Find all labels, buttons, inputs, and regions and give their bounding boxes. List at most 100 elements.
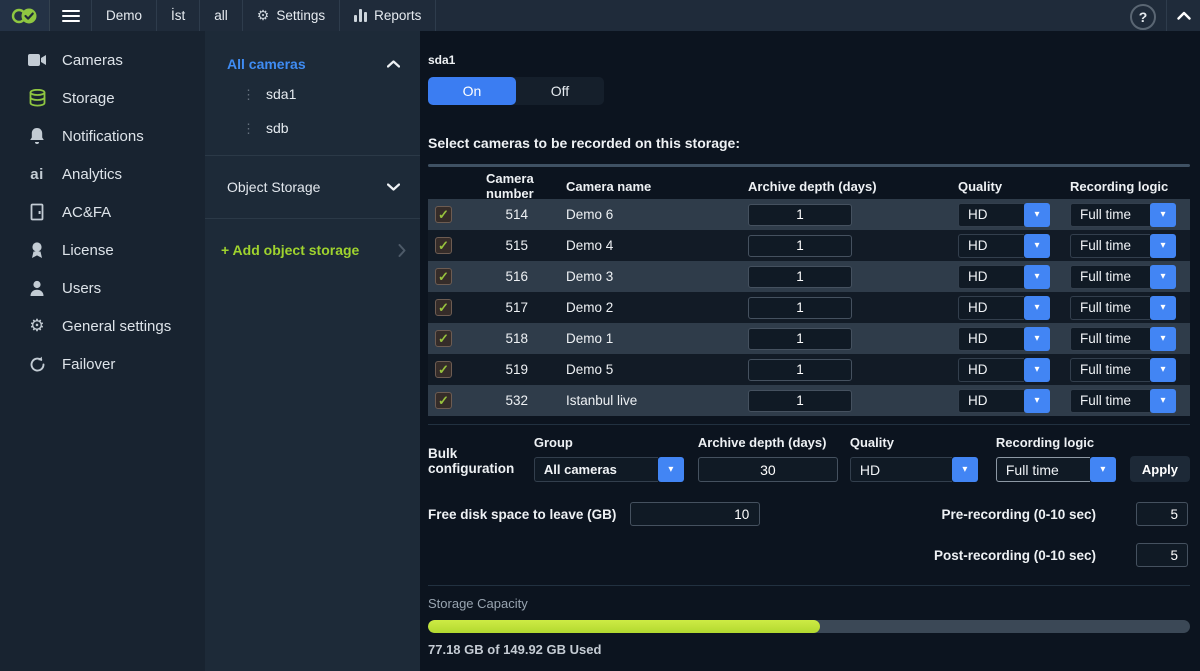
tab-reports[interactable]: Reports <box>340 0 437 31</box>
camera-checkbox[interactable]: ✓ <box>435 330 452 347</box>
camera-checkbox[interactable]: ✓ <box>435 237 452 254</box>
help-button[interactable]: ? <box>1130 3 1156 30</box>
pre-recording-input[interactable] <box>1136 502 1188 526</box>
ai-icon: ai <box>30 165 44 183</box>
sidebar-item-failover[interactable]: Failover <box>0 345 205 383</box>
quality-dropdown[interactable]: HD ▾ <box>958 295 1050 320</box>
camera-checkbox[interactable]: ✓ <box>435 299 452 316</box>
sidebar-item-analytics[interactable]: ai Analytics <box>0 155 205 193</box>
bulk-group-dropdown[interactable]: All cameras ▾ <box>533 457 684 482</box>
chevron-down-icon: ▾ <box>1150 202 1176 227</box>
tree-group-object-storage[interactable]: Object Storage <box>205 166 420 208</box>
quality-value: HD <box>958 295 1024 320</box>
capacity-progress-fill <box>428 620 821 633</box>
recording-logic-dropdown[interactable]: Full time ▾ <box>1070 388 1176 413</box>
chevron-down-icon: ▾ <box>1024 326 1050 351</box>
quality-dropdown[interactable]: HD ▾ <box>958 264 1050 289</box>
drag-handle-icon[interactable]: ⋮ <box>242 88 255 101</box>
tree-item-sdb[interactable]: ⋮ sdb <box>205 111 420 145</box>
badge-icon <box>27 240 47 260</box>
sidebar-item-license[interactable]: License <box>0 231 205 269</box>
chevron-up-icon[interactable] <box>1166 0 1200 31</box>
recording-logic-dropdown[interactable]: Full time ▾ <box>1070 295 1176 320</box>
camera-row-517: ✓517Demo 2HD▾Full time▾ <box>428 292 1190 323</box>
bulk-quality-column: Quality HD ▾ <box>849 435 978 482</box>
app-logo[interactable] <box>0 0 50 31</box>
sidebar-item-general-settings[interactable]: ⚙ General settings <box>0 307 205 345</box>
quality-dropdown[interactable]: HD ▾ <box>958 233 1050 258</box>
camera-checkbox[interactable]: ✓ <box>435 268 452 285</box>
quality-dropdown[interactable]: HD ▾ <box>958 326 1050 351</box>
camera-row-515: ✓515Demo 4HD▾Full time▾ <box>428 230 1190 261</box>
object-storage-label: Object Storage <box>227 179 321 195</box>
tab-i̇st[interactable]: İst <box>157 0 201 31</box>
tab-settings[interactable]: ⚙ Settings <box>243 0 341 31</box>
recording-logic-dropdown[interactable]: Full time ▾ <box>1070 233 1176 258</box>
camera-name: Istanbul live <box>566 393 638 408</box>
tab-demo[interactable]: Demo <box>92 0 158 31</box>
bulk-group-column: Group All cameras ▾ <box>533 435 684 482</box>
recording-logic-dropdown[interactable]: Full time ▾ <box>1070 202 1176 227</box>
free-disk-input[interactable] <box>630 502 761 526</box>
recording-logic-dropdown[interactable]: Full time ▾ <box>1070 357 1176 382</box>
camera-checkbox[interactable]: ✓ <box>435 361 452 378</box>
recording-logic-value: Full time <box>1070 264 1150 289</box>
quality-value: HD <box>958 326 1024 351</box>
toggle-off-button[interactable]: Off <box>516 77 604 105</box>
camera-name: Demo 1 <box>566 331 614 346</box>
archive-depth-input[interactable] <box>748 327 852 350</box>
divider <box>205 155 420 156</box>
recording-logic-dropdown[interactable]: Full time ▾ <box>1070 264 1176 289</box>
camera-name: Demo 2 <box>566 300 614 315</box>
chevron-down-icon: ▾ <box>1024 388 1050 413</box>
bulk-quality-dropdown[interactable]: HD ▾ <box>849 457 978 482</box>
post-recording-input[interactable] <box>1136 543 1188 567</box>
camera-number: 518 <box>505 331 528 346</box>
bulk-configuration-label: Bulk configuration <box>428 446 515 476</box>
camera-checkbox[interactable]: ✓ <box>435 392 452 409</box>
logo-icon <box>11 8 36 23</box>
sidebar-item-notifications[interactable]: Notifications <box>0 117 205 155</box>
archive-depth-input[interactable] <box>748 389 852 412</box>
sidebar-item-users[interactable]: Users <box>0 269 205 307</box>
post-recording-label: Post-recording (0-10 sec) <box>933 547 1096 563</box>
archive-depth-input[interactable] <box>748 358 852 381</box>
archive-depth-input[interactable] <box>748 265 852 288</box>
quality-dropdown[interactable]: HD ▾ <box>958 357 1050 382</box>
recording-logic-value: Full time <box>1070 326 1150 351</box>
bulk-archive-label: Archive depth (days) <box>697 435 827 450</box>
tree-group-all-cameras[interactable]: All cameras <box>205 51 420 77</box>
tab-settings-label: Settings <box>276 8 326 23</box>
camera-icon <box>27 50 47 70</box>
sidebar-item-storage[interactable]: Storage <box>0 79 205 117</box>
sidebar-item-cameras[interactable]: Cameras <box>0 41 205 79</box>
chevron-down-icon: ▾ <box>1024 295 1050 320</box>
camera-number: 532 <box>505 393 528 408</box>
archive-depth-input[interactable] <box>748 296 852 319</box>
quality-dropdown[interactable]: HD ▾ <box>958 202 1050 227</box>
camera-checkbox[interactable]: ✓ <box>435 206 452 223</box>
header-recording-logic: Recording logic <box>1070 178 1169 194</box>
tab-reports-label: Reports <box>374 8 422 23</box>
bulk-quality-label: Quality <box>849 435 894 450</box>
bulk-logic-dropdown[interactable]: Full time ▾ <box>995 457 1116 482</box>
horizontal-scrollbar[interactable] <box>428 164 1190 167</box>
tree-item-sda1[interactable]: ⋮ sda1 <box>205 77 420 111</box>
archive-depth-input[interactable] <box>748 234 852 257</box>
menu-icon[interactable] <box>50 0 92 31</box>
door-icon <box>27 202 47 222</box>
camera-number: 515 <box>505 238 528 253</box>
quality-dropdown[interactable]: HD ▾ <box>958 388 1050 413</box>
apply-button[interactable]: Apply <box>1129 456 1190 482</box>
toggle-on-button[interactable]: On <box>428 77 516 105</box>
sidebar-item-ac-fa[interactable]: AC&FA <box>0 193 205 231</box>
drag-handle-icon[interactable]: ⋮ <box>242 122 255 135</box>
chevron-down-icon: ▾ <box>1089 457 1116 482</box>
free-disk-label: Free disk space to leave (GB) <box>428 506 617 522</box>
tab-all[interactable]: all <box>200 0 243 31</box>
disk-options-row: Free disk space to leave (GB) Pre-record… <box>428 502 1190 567</box>
recording-logic-dropdown[interactable]: Full time ▾ <box>1070 326 1176 351</box>
add-object-storage-button[interactable]: + Add object storage <box>205 229 420 271</box>
archive-depth-input[interactable] <box>748 203 852 226</box>
bulk-archive-input[interactable] <box>697 457 838 482</box>
